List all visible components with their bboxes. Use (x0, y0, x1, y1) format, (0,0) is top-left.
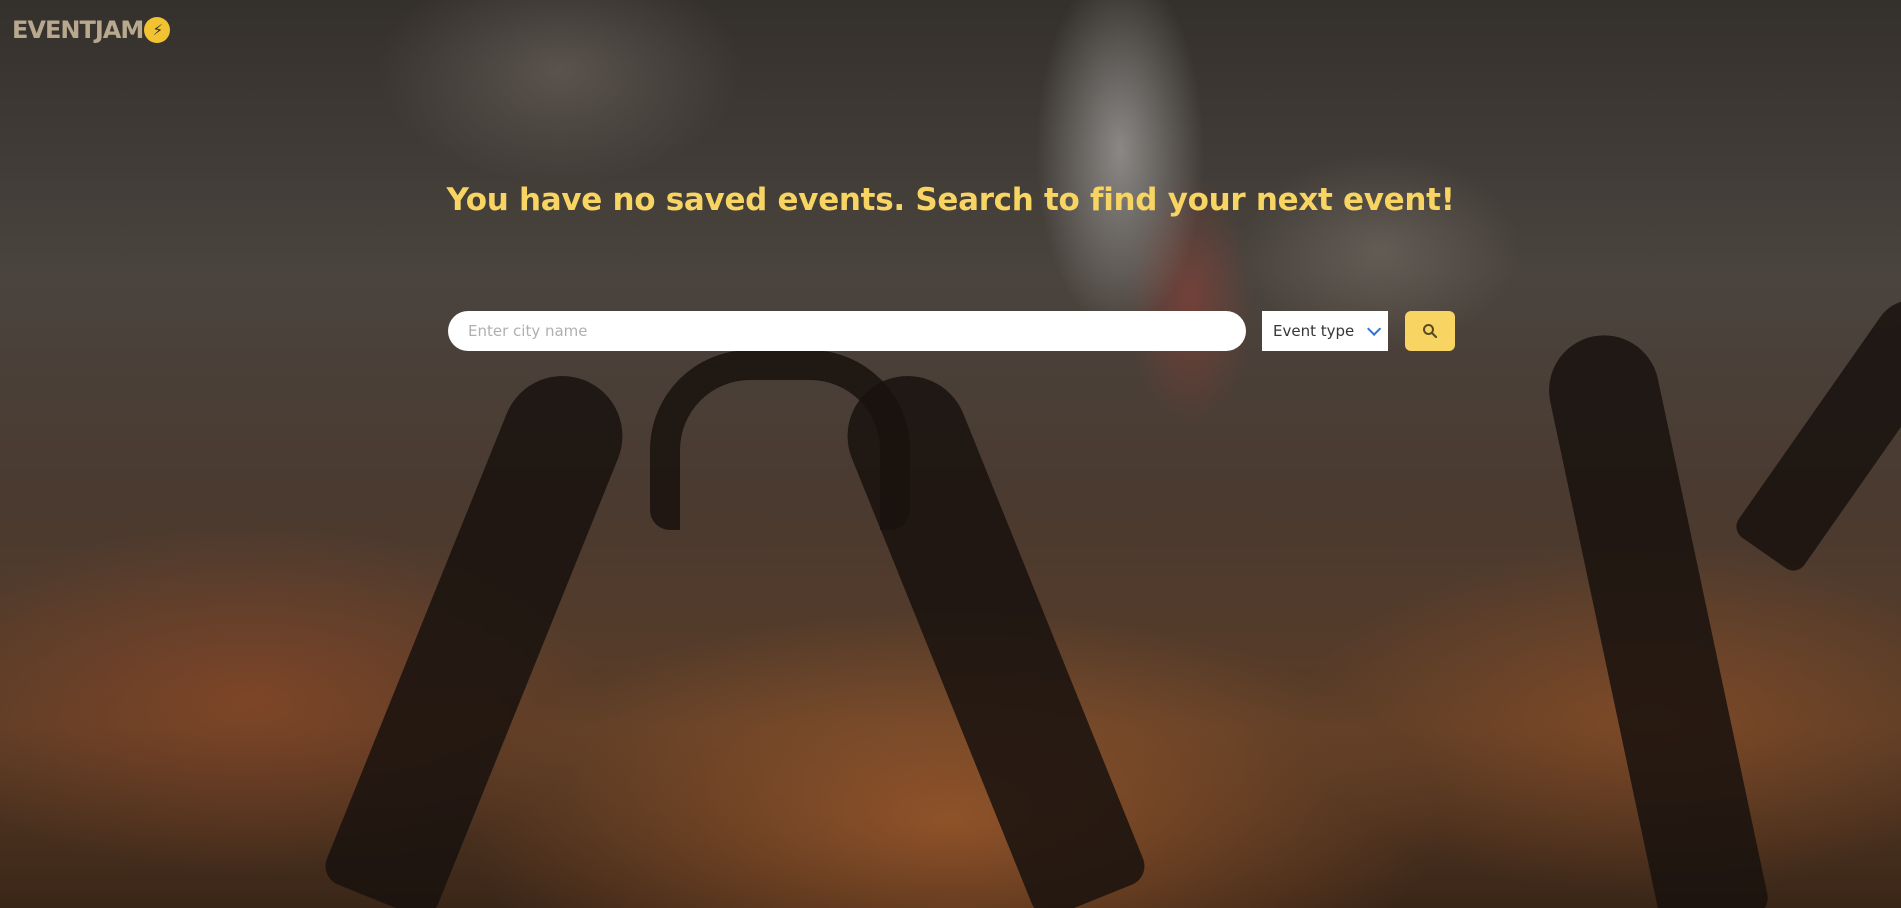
page: EVENTJAM ⚡ You have no saved events. Sea… (0, 0, 1901, 908)
search-icon (1423, 324, 1438, 339)
logo-text: EVENTJAM (12, 16, 144, 44)
crowd-arm-silhouette (319, 357, 641, 908)
concert-background-image (0, 0, 1901, 908)
logo[interactable]: EVENTJAM ⚡ (12, 16, 171, 44)
search-bar: Event type (448, 311, 1455, 351)
heart-hands-silhouette (650, 350, 910, 530)
event-type-dropdown[interactable]: Event type (1262, 311, 1388, 351)
search-button[interactable] (1405, 311, 1455, 351)
crowd-arm-silhouette (1731, 284, 1901, 576)
page-title: You have no saved events. Search to find… (446, 182, 1455, 218)
crowd-arm-silhouette (1538, 325, 1772, 908)
city-search-input[interactable] (448, 311, 1246, 351)
event-type-selected-label: Event type (1273, 322, 1355, 340)
chevron-down-icon (1367, 321, 1382, 336)
lightning-globe-icon: ⚡ (144, 17, 171, 43)
